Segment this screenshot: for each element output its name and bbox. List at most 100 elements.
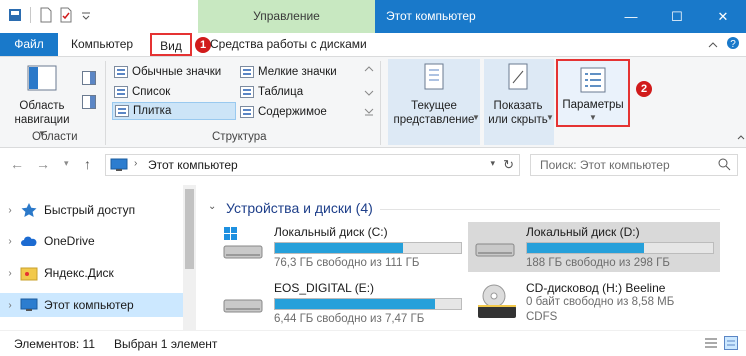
- new-file-icon[interactable]: [39, 7, 53, 23]
- help-icon[interactable]: ?: [726, 36, 740, 53]
- recent-locations-icon[interactable]: ▾: [64, 158, 69, 169]
- layout-tiles[interactable]: Плитка: [112, 102, 236, 120]
- tab-computer[interactable]: Компьютер: [71, 33, 133, 56]
- nav-item-quick-access[interactable]: › Быстрый доступ: [0, 198, 183, 222]
- layout-extra-large-icons[interactable]: Обычные значки: [114, 63, 221, 81]
- navigation-scrollbar[interactable]: [183, 185, 196, 330]
- show-hide-button[interactable]: Показать или скрыть: [484, 63, 552, 127]
- group-separator: [105, 61, 106, 145]
- ribbon: Область навигации ▼ Области Обычные знач…: [0, 56, 746, 148]
- details-pane-icon[interactable]: [82, 95, 96, 112]
- collapse-ribbon-icon[interactable]: [737, 129, 745, 143]
- search-input[interactable]: Поиск: Этот компьютер: [530, 154, 738, 176]
- maximize-button[interactable]: ☐: [654, 0, 700, 33]
- quick-access-toolbar: [8, 7, 93, 23]
- computer-icon: [20, 297, 38, 313]
- drive-usage-fill: [527, 243, 644, 253]
- address-dropdown-icon[interactable]: ▾: [490, 158, 495, 169]
- navigation-pane-label-line1: Область: [19, 100, 65, 112]
- chevron-right-icon[interactable]: ›: [0, 300, 20, 311]
- nav-item-onedrive[interactable]: › OneDrive: [0, 229, 183, 253]
- tiles-view-icon[interactable]: [724, 336, 738, 353]
- drive-free-space: 6,44 ГБ свободно из 7,47 ГБ: [274, 313, 425, 325]
- layout-item-label: Список: [132, 86, 171, 98]
- drive-e[interactable]: EOS_DIGITAL (E:) 6,44 ГБ свободно из 7,4…: [200, 278, 464, 328]
- layout-item-label: Обычные значки: [132, 66, 222, 78]
- status-selected: Выбран 1 элемент: [114, 337, 218, 351]
- drive-usage-bar: [274, 298, 462, 310]
- forward-arrow-icon[interactable]: →: [36, 156, 50, 172]
- chevron-down-icon: ▼: [589, 113, 597, 122]
- svg-text:?: ?: [730, 39, 736, 50]
- tab-view[interactable]: Вид: [150, 33, 192, 56]
- computer-icon: [110, 158, 128, 175]
- window-icon: [8, 7, 22, 23]
- drive-d[interactable]: Локальный диск (D:) 188 ГБ свободно из 2…: [468, 222, 720, 272]
- drive-h[interactable]: CD-дисковод (H:) Beeline 0 байт свободно…: [468, 278, 720, 328]
- ribbon-tabs: Файл Компьютер Вид 1 Средства работы с д…: [0, 33, 746, 56]
- list-icon: [114, 86, 128, 98]
- navigation-pane-label-line2: навигации: [14, 114, 70, 126]
- search-placeholder: Поиск: Этот компьютер: [540, 158, 670, 172]
- drive-name: Локальный диск (D:): [526, 225, 640, 239]
- back-arrow-icon[interactable]: ←: [10, 156, 24, 172]
- title-bar: Управление Этот компьютер — ☐ ✕: [0, 0, 746, 33]
- customize-dropdown-icon[interactable]: [79, 7, 93, 23]
- address-row: ← → ▾ ↑ › Этот компьютер ▾ ↻ Поиск: Этот…: [0, 148, 746, 182]
- layout-content[interactable]: Содержимое: [240, 103, 327, 121]
- details-icon: [240, 86, 254, 98]
- nav-item-yandex-disk[interactable]: › Яндекс.Диск: [0, 261, 183, 285]
- chevron-right-icon[interactable]: ›: [0, 205, 20, 216]
- layout-scroll[interactable]: [363, 63, 375, 121]
- up-arrow-icon[interactable]: ↑: [84, 156, 91, 172]
- group-separator: [380, 61, 381, 145]
- step-marker-2: 2: [636, 81, 652, 97]
- section-title: Устройства и диски (4): [226, 200, 373, 216]
- current-view-icon: [422, 63, 446, 91]
- current-view-button[interactable]: Текущее представление: [390, 63, 478, 127]
- cd-drive-icon: [474, 282, 520, 322]
- layout-list[interactable]: Список: [114, 83, 170, 101]
- preview-pane-icon[interactable]: [82, 71, 96, 88]
- tiles-icon: [115, 105, 129, 117]
- status-bar: Элементов: 11 Выбран 1 элемент: [0, 330, 746, 356]
- close-button[interactable]: ✕: [700, 0, 746, 33]
- small-icons-icon: [240, 66, 254, 78]
- drive-c[interactable]: Локальный диск (C:) 76,3 ГБ свободно из …: [200, 222, 464, 272]
- options-icon: [580, 67, 606, 93]
- section-divider: [380, 209, 720, 210]
- minimize-button[interactable]: —: [608, 0, 654, 33]
- nav-item-label: Быстрый доступ: [44, 203, 136, 217]
- chevron-right-icon[interactable]: ›: [0, 236, 20, 247]
- navigation-pane-button[interactable]: Область навигации ▼: [6, 63, 78, 141]
- properties-icon[interactable]: [59, 7, 73, 23]
- address-path: Этот компьютер: [148, 158, 238, 172]
- search-icon: [718, 158, 731, 174]
- layout-details[interactable]: Таблица: [240, 83, 303, 101]
- context-tab-header: Управление: [198, 0, 375, 33]
- address-bar[interactable]: › Этот компьютер ▾ ↻: [105, 154, 520, 176]
- nav-item-label: Этот компьютер: [44, 298, 134, 312]
- scrollbar-thumb[interactable]: [185, 189, 194, 269]
- show-hide-label-line2: или скрыть: [488, 114, 548, 126]
- options-button[interactable]: Параметры ▼: [556, 59, 630, 127]
- drive-usage-bar: [526, 242, 714, 254]
- layout-item-label: Таблица: [258, 86, 304, 98]
- collapse-section-icon[interactable]: ⌄: [208, 201, 216, 212]
- drive-free-space: 76,3 ГБ свободно из 111 ГБ: [274, 257, 420, 269]
- options-label: Параметры: [562, 99, 624, 111]
- chevron-right-icon[interactable]: ›: [0, 268, 20, 279]
- refresh-icon[interactable]: ↻: [503, 157, 514, 173]
- nav-item-this-pc[interactable]: › Этот компьютер: [0, 293, 183, 317]
- layout-group-label: Структура: [212, 131, 267, 143]
- details-view-icon[interactable]: [704, 337, 718, 352]
- tab-drive-tools[interactable]: Средства работы с дисками: [210, 33, 367, 56]
- drive-file-system: CDFS: [526, 311, 558, 323]
- expand-ribbon-icon[interactable]: [708, 38, 718, 52]
- tab-file[interactable]: Файл: [0, 33, 58, 56]
- nav-item-label: Яндекс.Диск: [44, 266, 114, 280]
- chevron-down-icon: ▼: [546, 113, 554, 122]
- layout-small-icons[interactable]: Мелкие значки: [240, 63, 337, 81]
- window-controls: — ☐ ✕: [608, 0, 746, 33]
- hard-drive-icon: [222, 282, 268, 322]
